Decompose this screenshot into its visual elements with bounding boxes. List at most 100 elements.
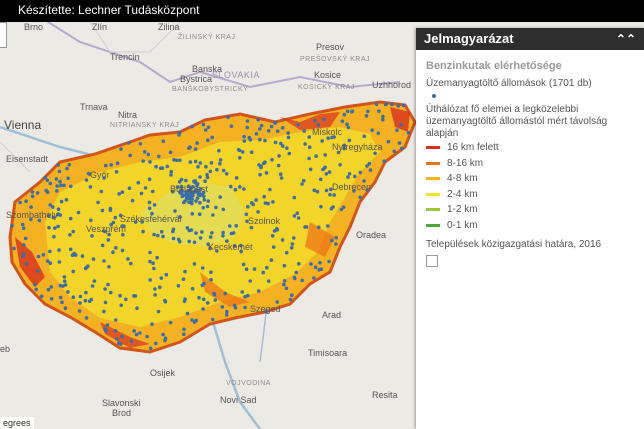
station-dot [358, 170, 363, 175]
station-dot [297, 262, 301, 266]
station-dot [33, 282, 37, 287]
legend-swatch [426, 177, 440, 181]
station-dot [102, 259, 106, 263]
station-dot [194, 231, 198, 235]
station-dot [57, 260, 62, 264]
station-dot [153, 293, 157, 297]
credit-text: Készítette: Lechner Tudásközpont [18, 3, 200, 17]
station-dot [58, 295, 63, 300]
station-dot [84, 265, 89, 270]
station-dot [84, 316, 89, 320]
station-dot [276, 163, 281, 168]
station-dot [115, 161, 120, 165]
station-dot [269, 124, 274, 129]
station-dot [208, 169, 213, 174]
station-dot [159, 229, 164, 234]
station-dot [215, 167, 219, 172]
station-dot [256, 117, 261, 122]
station-dot [257, 163, 261, 167]
station-dot [197, 295, 201, 300]
station-dot [63, 306, 68, 311]
station-dot [386, 139, 391, 144]
station-dot [246, 293, 250, 298]
station-dot [34, 287, 38, 292]
station-dot [132, 294, 136, 298]
station-dot [156, 309, 161, 314]
station-dot [57, 248, 61, 252]
station-dot [280, 126, 285, 130]
station-dot [90, 234, 94, 238]
station-dot [248, 279, 252, 283]
station-dot [271, 200, 275, 204]
station-dot [245, 119, 250, 123]
station-dot [204, 164, 208, 169]
station-dot [302, 129, 307, 133]
label-oradea: Oradea [356, 230, 387, 240]
station-dot [83, 298, 88, 303]
station-dot [143, 186, 148, 190]
station-dot [241, 262, 246, 267]
station-dot [53, 226, 57, 230]
station-dot [282, 279, 287, 283]
station-dot [171, 227, 176, 232]
chevron-up-icon[interactable]: ⌃⌃ [616, 28, 636, 50]
station-dot [76, 210, 81, 215]
station-dot [182, 200, 186, 205]
station-dot [269, 258, 274, 262]
station-dot [346, 125, 351, 130]
station-dot [185, 311, 190, 316]
station-dot [119, 342, 123, 346]
station-dot [205, 301, 210, 305]
station-dot [261, 270, 266, 275]
station-dot [68, 247, 73, 252]
station-dot [165, 164, 170, 169]
station-dot [115, 337, 119, 341]
station-dot [182, 332, 186, 337]
station-dot [289, 246, 294, 250]
station-dot [301, 178, 306, 183]
legend-swatch [426, 192, 440, 196]
label-brod: Brod [112, 408, 132, 418]
station-dot [370, 128, 374, 132]
station-dot [35, 191, 40, 195]
station-dot [190, 318, 194, 322]
station-dot [292, 195, 297, 200]
station-dot [273, 120, 278, 125]
station-dot [317, 268, 321, 272]
station-dot [108, 208, 113, 212]
station-dot [307, 145, 312, 149]
station-dot [254, 132, 259, 136]
station-dot [185, 226, 190, 230]
legend-class-label: 1-2 km [447, 204, 478, 216]
label-trnava: Trnava [80, 102, 108, 112]
station-dot [39, 294, 44, 299]
station-dot [296, 216, 301, 220]
boundary-toggle-checkbox[interactable] [426, 255, 438, 267]
station-dot [176, 237, 181, 242]
station-dot [30, 190, 35, 194]
station-dot [119, 303, 123, 308]
station-dot [292, 236, 296, 240]
station-dot [73, 253, 78, 257]
station-dot [316, 225, 321, 230]
station-dot [151, 261, 155, 265]
station-dot [118, 293, 122, 298]
station-dot [330, 238, 334, 243]
station-dot [256, 289, 261, 293]
station-dot [281, 144, 285, 148]
station-dot [205, 204, 210, 209]
station-dot [233, 187, 238, 192]
station-dot [308, 167, 313, 172]
legend-boundary-label: Települések közigazgatási határa, 2016 [426, 239, 602, 250]
station-dot [105, 323, 110, 327]
legend-header[interactable]: Jelmagyarázat ⌃⌃ [416, 28, 644, 50]
station-dot [71, 269, 75, 274]
station-dot [106, 282, 110, 287]
label-region-banskobystricky: BANSKOBYSTRICKY [172, 86, 249, 93]
zoom-control-button[interactable] [0, 22, 7, 48]
station-dot [138, 142, 143, 146]
station-dot [279, 176, 284, 180]
label-kosice: Kosice [314, 70, 342, 80]
label-veszprem: Veszprém [86, 224, 127, 234]
station-dot [242, 187, 246, 191]
